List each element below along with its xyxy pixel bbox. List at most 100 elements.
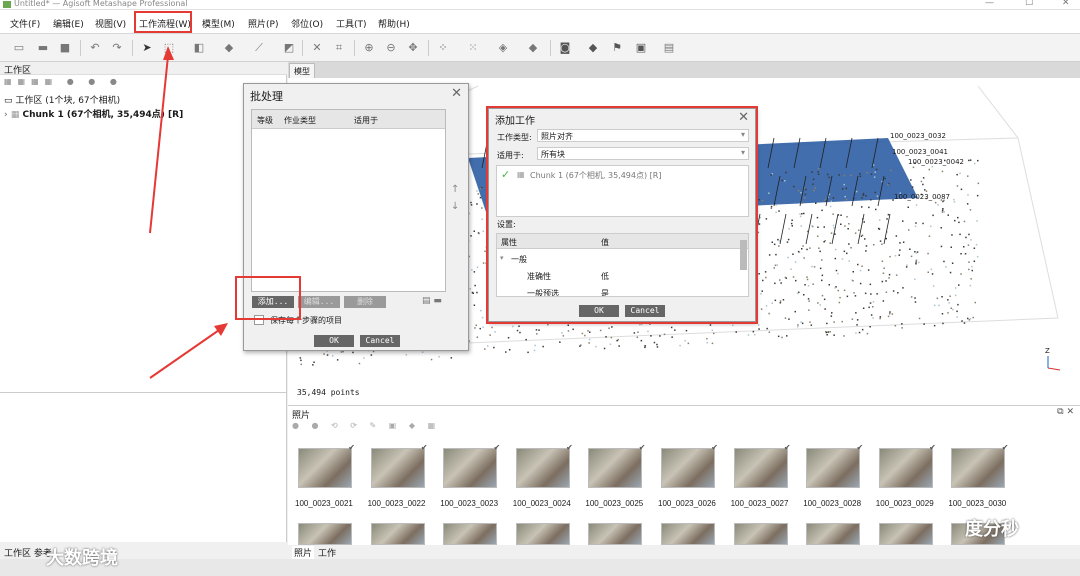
zoom-in-icon[interactable]: ⊕ [362,41,376,55]
tab-workspace[interactable]: 工作区 [4,549,31,559]
settings-row-value[interactable]: 是 [601,288,609,296]
workspace-root[interactable]: ▭ 工作区 (1个块, 67个相机) [4,93,120,106]
cancel-button[interactable]: Cancel [625,305,665,317]
cloud-point [781,336,783,339]
menu-edit[interactable]: 编辑(E) [53,17,84,30]
image-icon[interactable]: ▣ [634,41,648,55]
menu-photo[interactable]: 照片(P) [248,17,278,30]
float-close-icon[interactable]: ⧉ ✕ [1057,407,1074,417]
new-icon[interactable]: ▭ [12,41,26,55]
cloud-point [888,273,891,276]
point-cloud-icon[interactable]: ⁘ [436,41,450,55]
cancel-button[interactable]: Cancel [360,335,400,347]
apply-to-select[interactable]: 所有块 ▾ [537,147,749,160]
expand-icon[interactable]: › [4,110,8,120]
add-job-button[interactable]: 添加... [252,296,294,308]
move-down-icon[interactable]: ↓ [451,201,459,212]
job-type-select[interactable]: 照片对齐 ▾ [537,129,749,142]
photo-thumbnail[interactable]: ✔ [370,443,428,488]
check-icon[interactable]: ✓ [501,168,510,181]
job-list[interactable]: 等级 作业类型 适用于 [251,109,446,292]
photo-thumbnail[interactable]: ✔ [878,443,936,488]
scrollbar[interactable] [740,240,747,270]
grid-icon[interactable]: ▤ [662,41,676,55]
photo-thumbnail[interactable]: ✔ [515,443,573,488]
flag-icon[interactable]: ⚑ [610,41,624,55]
cloud-point [616,339,618,342]
photo-thumbnail[interactable] [588,523,643,545]
photo-thumbnail[interactable]: ✔ [661,443,718,488]
collapse-icon[interactable]: ▾ [500,254,504,262]
pointer-icon[interactable]: ➤ [140,41,154,55]
save-icon[interactable]: ■ [58,41,72,55]
ok-button[interactable]: OK [579,305,619,317]
camera-icon[interactable]: ◙ [558,41,572,55]
delete-job-button[interactable]: 删除 [344,296,386,308]
dense-cloud-icon[interactable]: ⁙ [466,41,480,55]
menu-file[interactable]: 文件(F) [10,17,40,30]
minimize-icon[interactable]: — [985,0,994,8]
cloud-point [670,326,673,329]
cloud-point [761,200,764,202]
delete-icon[interactable]: ✕ [310,41,324,55]
photo-thumbnail[interactable]: ✔ [806,443,863,488]
open-icon[interactable]: ▬ [36,41,50,55]
undo-icon[interactable]: ↶ [88,41,102,55]
tab-photos[interactable]: 照片 [292,546,315,559]
save-load-icon[interactable]: ▤ ▬ [422,296,442,306]
redo-icon[interactable]: ↷ [110,41,124,55]
eraser-icon[interactable]: ◩ [282,41,296,55]
close-icon[interactable]: ✕ [1062,0,1070,8]
mesh-icon[interactable]: ◈ [496,41,510,55]
maximize-icon[interactable]: ☐ [1025,0,1033,8]
menu-tools[interactable]: 工具(T) [336,17,367,30]
cloud-point [925,190,928,192]
settings-table[interactable]: 属性 值 ▾ 一般 准确性 低 一般预选 是 [496,233,749,297]
cloud-point [438,356,440,358]
menu-workflow[interactable]: 工作流程(W) [139,17,191,30]
photo-thumbnail[interactable]: ✔ [298,443,355,488]
texture-icon[interactable]: ◆ [526,41,540,55]
shape-icon[interactable]: ◧ [192,41,206,55]
move-icon[interactable]: ✥ [406,41,420,55]
ok-button[interactable]: OK [314,335,354,347]
photo-thumbnail[interactable]: ✔ [588,443,645,488]
crop-icon[interactable]: ⌗ [332,41,346,55]
photo-thumbnail[interactable] [298,523,352,545]
photo-thumbnail[interactable] [878,523,933,545]
photo-thumbnail[interactable] [370,523,425,545]
cloud-point [892,290,895,292]
menu-view[interactable]: 视图(V) [95,17,126,30]
menu-help[interactable]: 帮助(H) [378,17,410,30]
zoom-out-icon[interactable]: ⊖ [384,41,398,55]
photo-thumbnail[interactable] [733,523,788,545]
points-icon[interactable]: ◆ [222,41,236,55]
move-up-icon[interactable]: ↑ [451,184,459,195]
close-icon[interactable]: ✕ [451,86,462,101]
marker-icon[interactable]: ◆ [586,41,600,55]
cloud-point [832,224,835,227]
cloud-point [817,302,819,304]
save-each-step-checkbox[interactable] [254,315,264,325]
ruler-icon[interactable]: ⟋ [252,41,266,55]
chunk-item[interactable]: › ▦ Chunk 1 (67个相机, 35,494点) [R] [4,107,183,120]
close-icon[interactable]: ✕ [738,110,749,125]
menu-model[interactable]: 模型(M) [202,17,235,30]
photo-thumbnail[interactable] [806,523,861,545]
settings-row-value[interactable]: 低 [601,271,609,282]
photo-thumbnail[interactable] [515,523,570,545]
tab-jobs[interactable]: 工作 [318,546,336,559]
photo-thumbnail[interactable]: ✔ [733,443,791,488]
photo-thumbnail[interactable]: ✔ [951,443,1008,488]
rect-select-icon[interactable]: ⬚ [162,41,176,55]
cloud-point [536,333,538,335]
menu-ortho[interactable]: 邻位(O) [291,17,323,30]
cloud-point [897,292,899,294]
tab-model[interactable]: 模型 [289,63,315,79]
cloud-point [883,267,885,269]
photo-thumbnail[interactable]: ✔ [443,443,500,488]
edit-job-button[interactable]: 编辑... [298,296,340,308]
photo-thumbnail[interactable] [443,523,498,545]
chunk-list[interactable]: ✓ ▦ Chunk 1 (67个相机, 35,494点) [R] [496,165,749,217]
photo-thumbnail[interactable] [661,523,715,545]
